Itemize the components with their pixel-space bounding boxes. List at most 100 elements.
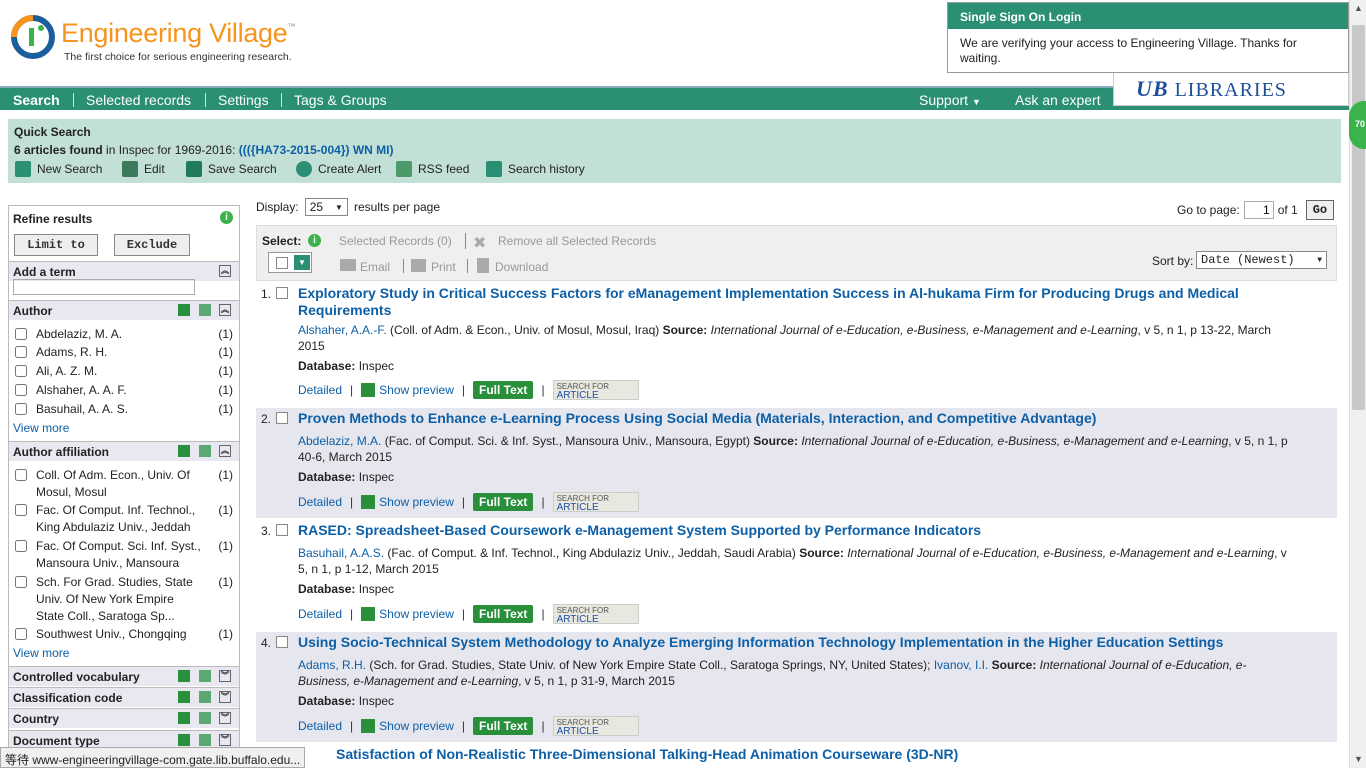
export-icon[interactable] bbox=[199, 670, 211, 682]
export-icon[interactable] bbox=[199, 691, 211, 703]
collapse-icon[interactable]: ︽ bbox=[219, 445, 231, 457]
author-link[interactable]: Basuhail, A.A.S. bbox=[298, 546, 384, 560]
create-alert-button[interactable]: Create Alert bbox=[296, 161, 381, 177]
author-link[interactable]: Adams, R.H. bbox=[298, 658, 366, 672]
controlled-vocabulary-header[interactable]: Controlled vocabulary ︾ bbox=[9, 666, 239, 686]
preview-icon bbox=[361, 495, 376, 509]
result-number: 3. bbox=[261, 524, 272, 538]
rss-feed-button[interactable]: RSS feed bbox=[396, 161, 469, 177]
edit-button[interactable]: Edit bbox=[122, 161, 165, 177]
nav-settings[interactable]: Settings bbox=[218, 92, 269, 108]
results-summary: 6 articles found in Inspec for 1969-2016… bbox=[14, 143, 394, 157]
detailed-link[interactable]: Detailed bbox=[298, 495, 342, 509]
detailed-link[interactable]: Detailed bbox=[298, 607, 342, 621]
search-for-article-button[interactable]: SEARCH FOR ARTICLE bbox=[552, 604, 639, 625]
expand-icon[interactable]: ︾ bbox=[219, 691, 231, 703]
affiliation-view-more-link[interactable]: View more bbox=[13, 646, 69, 660]
chart-icon[interactable] bbox=[178, 691, 190, 703]
remove-all-link[interactable]: Remove all Selected Records bbox=[498, 234, 656, 248]
go-button[interactable]: Go bbox=[1305, 200, 1335, 220]
expand-icon[interactable]: ︾ bbox=[219, 670, 231, 682]
author-link[interactable]: Alshaher, A.A.-F. bbox=[298, 323, 387, 337]
search-for-article-button[interactable]: SEARCH FOR ARTICLE bbox=[552, 492, 639, 513]
chart-icon[interactable] bbox=[178, 712, 190, 724]
search-history-button[interactable]: Search history bbox=[486, 161, 585, 177]
result-title-link[interactable]: Exploratory Study in Critical Success Fa… bbox=[298, 285, 1298, 319]
results-per-page-select[interactable]: 25 ▼ bbox=[304, 198, 348, 216]
export-icon[interactable] bbox=[199, 734, 211, 746]
show-preview-link[interactable]: Show preview bbox=[379, 719, 454, 733]
full-text-button[interactable]: Full Text bbox=[472, 493, 534, 511]
author-link[interactable]: Abdelaziz, M.A. bbox=[298, 434, 381, 448]
select-checkbox[interactable] bbox=[276, 257, 288, 269]
result-title-link[interactable]: RASED: Spreadsheet-Based Coursework e-Ma… bbox=[298, 522, 1298, 539]
chart-icon[interactable] bbox=[178, 734, 190, 746]
author-facet-header: Author ︽ bbox=[9, 300, 239, 320]
author-view-more-link[interactable]: View more bbox=[13, 421, 69, 435]
select-all-dropdown[interactable]: ▼ bbox=[268, 252, 312, 273]
email-link[interactable]: Email bbox=[360, 260, 390, 274]
chart-icon[interactable] bbox=[178, 445, 190, 457]
toolbar-divider bbox=[467, 259, 468, 273]
detailed-link[interactable]: Detailed bbox=[298, 719, 342, 733]
new-search-button[interactable]: New Search bbox=[15, 161, 102, 177]
show-preview-link[interactable]: Show preview bbox=[379, 383, 454, 397]
exclude-button[interactable]: Exclude bbox=[114, 234, 190, 256]
show-preview-link[interactable]: Show preview bbox=[379, 495, 454, 509]
collapse-icon[interactable]: ︽ bbox=[219, 265, 231, 277]
export-icon[interactable] bbox=[199, 712, 211, 724]
result-checkbox[interactable] bbox=[276, 524, 288, 536]
info-icon[interactable]: i bbox=[220, 211, 233, 224]
result-checkbox[interactable] bbox=[276, 287, 288, 299]
floating-badge[interactable]: 70 bbox=[1349, 101, 1366, 149]
result-actions: Detailed | Show preview | Full Text | SEARC… bbox=[298, 604, 639, 625]
country-header[interactable]: Country ︾ bbox=[9, 708, 239, 728]
search-for-article-button[interactable]: SEARCH FOR ARTICLE bbox=[552, 716, 639, 737]
search-for-article-button[interactable]: SEARCH FOR ARTICLE bbox=[552, 380, 639, 401]
show-preview-link[interactable]: Show preview bbox=[379, 607, 454, 621]
classification-code-header[interactable]: Classification code ︾ bbox=[9, 687, 239, 707]
expand-icon[interactable]: ︾ bbox=[219, 712, 231, 724]
nav-search[interactable]: Search bbox=[13, 92, 60, 108]
history-icon bbox=[486, 161, 502, 177]
scrollbar-thumb[interactable] bbox=[1352, 25, 1365, 410]
result-title-link[interactable]: Proven Methods to Enhance e-Learning Pro… bbox=[298, 410, 1298, 427]
sso-message: We are verifying your access to Engineer… bbox=[960, 36, 1297, 65]
engineering-village-logo-icon[interactable] bbox=[11, 14, 57, 60]
result-checkbox[interactable] bbox=[276, 636, 288, 648]
download-link[interactable]: Download bbox=[495, 260, 548, 274]
scroll-up-icon[interactable]: ▲ bbox=[1354, 3, 1363, 13]
selected-records-link[interactable]: Selected Records (0) bbox=[339, 234, 452, 248]
author-link[interactable]: Ivanov, I.I. bbox=[934, 658, 988, 672]
sort-select[interactable]: Date (Newest) ▼ bbox=[1196, 251, 1327, 269]
print-link[interactable]: Print bbox=[431, 260, 456, 274]
nav-support[interactable]: Support ▼ bbox=[919, 92, 981, 108]
nav-tags-groups[interactable]: Tags & Groups bbox=[294, 92, 387, 108]
chart-icon[interactable] bbox=[178, 670, 190, 682]
scroll-down-icon[interactable]: ▼ bbox=[1354, 754, 1363, 764]
export-icon[interactable] bbox=[199, 304, 211, 316]
info-icon[interactable]: i bbox=[308, 234, 321, 247]
export-icon[interactable] bbox=[199, 445, 211, 457]
collapse-icon[interactable]: ︽ bbox=[219, 304, 231, 316]
save-search-button[interactable]: Save Search bbox=[186, 161, 277, 177]
ub-libraries-logo[interactable]: UB LIBRARIES bbox=[1113, 73, 1349, 106]
result-item: 4. Using Socio-Technical System Methodol… bbox=[256, 632, 1337, 742]
full-text-button[interactable]: Full Text bbox=[472, 605, 534, 623]
chart-icon[interactable] bbox=[178, 304, 190, 316]
result-checkbox[interactable] bbox=[276, 412, 288, 424]
result-database: Database: Inspec bbox=[298, 582, 395, 596]
limit-to-button[interactable]: Limit to bbox=[14, 234, 98, 256]
page-number-input[interactable] bbox=[1243, 201, 1274, 219]
result-title-link[interactable]: Satisfaction of Non-Realistic Three-Dime… bbox=[336, 746, 1336, 763]
nav-ask-expert[interactable]: Ask an expert bbox=[1015, 92, 1101, 108]
search-query-link[interactable]: ((({HA73-2015-004}) WN MI) bbox=[239, 143, 394, 157]
logo-wordmark[interactable]: Engineering Village™ bbox=[61, 18, 295, 49]
result-title-link[interactable]: Using Socio-Technical System Methodology… bbox=[298, 634, 1298, 651]
nav-selected-records[interactable]: Selected records bbox=[86, 92, 191, 108]
full-text-button[interactable]: Full Text bbox=[472, 717, 534, 735]
detailed-link[interactable]: Detailed bbox=[298, 383, 342, 397]
add-term-input[interactable] bbox=[13, 279, 195, 295]
expand-icon[interactable]: ︾ bbox=[219, 734, 231, 746]
full-text-button[interactable]: Full Text bbox=[472, 381, 534, 399]
